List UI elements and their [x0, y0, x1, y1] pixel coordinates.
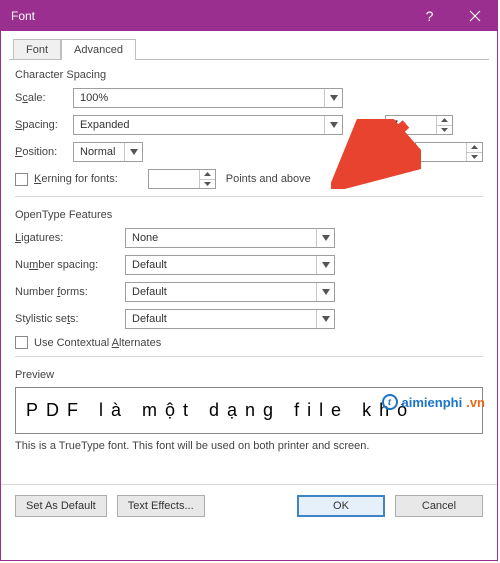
font-dialog: Font ? Font Advanced Character Spacing S… [0, 0, 498, 561]
group-heading: Character Spacing [15, 69, 483, 81]
group-opentype: OpenType Features Ligatures: None Number… [15, 209, 483, 357]
titlebar: Font ? [1, 1, 497, 31]
contextual-alternates-checkbox[interactable] [15, 336, 28, 349]
spacing-by-spinner[interactable]: 7 [385, 115, 453, 135]
watermark-icon: t [382, 394, 398, 410]
number-spacing-combo[interactable]: Default [125, 255, 335, 275]
group-heading: OpenType Features [15, 209, 483, 221]
tab-font[interactable]: Font [13, 39, 61, 60]
stylistic-sets-combo[interactable]: Default [125, 309, 335, 329]
spacing-label: Spacing: [15, 119, 73, 131]
footer-divider [1, 484, 497, 485]
group-heading: Preview [15, 369, 483, 381]
dialog-title: Font [11, 9, 407, 23]
scale-combo[interactable]: 100% [73, 88, 343, 108]
spacing-combo[interactable]: Expanded [73, 115, 343, 135]
spin-up-icon[interactable] [437, 116, 452, 125]
kerning-checkbox[interactable] [15, 173, 28, 186]
contextual-alternates-label: Use Contextual Alternates [34, 337, 161, 349]
cancel-button[interactable]: Cancel [395, 495, 483, 517]
chevron-down-icon [124, 143, 142, 161]
position-combo[interactable]: Normal [73, 142, 143, 162]
kerning-label: Kerning for fonts: [34, 173, 118, 185]
group-preview: Preview PDF là một dạng file khó This is… [15, 369, 483, 452]
text-effects-button[interactable]: Text Effects... [117, 495, 205, 517]
chevron-down-icon [324, 116, 342, 134]
group-character-spacing: Character Spacing Scale: 100% Spacing: E… [15, 69, 483, 197]
chevron-down-icon [316, 310, 334, 328]
spacing-by-label: By: [353, 119, 379, 131]
spin-up-icon[interactable] [200, 170, 215, 179]
number-spacing-label: Number spacing: [15, 259, 125, 271]
ligatures-combo[interactable]: None [125, 228, 335, 248]
chevron-down-icon [316, 283, 334, 301]
kerning-suffix: Points and above [226, 173, 311, 185]
position-by-label: By: [383, 146, 409, 158]
dialog-footer: Set As Default Text Effects... OK Cancel [1, 495, 497, 531]
spin-down-icon[interactable] [437, 125, 452, 135]
position-label: Position: [15, 146, 73, 158]
close-button[interactable] [452, 1, 497, 31]
preview-description: This is a TrueType font. This font will … [15, 440, 483, 452]
spin-down-icon[interactable] [467, 152, 482, 162]
number-forms-combo[interactable]: Default [125, 282, 335, 302]
ok-button[interactable]: OK [297, 495, 385, 517]
close-icon [469, 10, 481, 22]
stylistic-sets-label: Stylistic sets: [15, 313, 125, 325]
set-as-default-button[interactable]: Set As Default [15, 495, 107, 517]
spin-down-icon[interactable] [200, 179, 215, 189]
chevron-down-icon [316, 229, 334, 247]
tab-advanced[interactable]: Advanced [61, 39, 136, 60]
tab-strip: Font Advanced [13, 39, 497, 60]
chevron-down-icon [316, 256, 334, 274]
watermark: t aimienphi.vn [382, 394, 485, 410]
chevron-down-icon [324, 89, 342, 107]
kerning-spinner[interactable] [148, 169, 216, 189]
scale-label: Scale: [15, 92, 73, 104]
help-button[interactable]: ? [407, 1, 452, 31]
ligatures-label: Ligatures: [15, 232, 125, 244]
spin-up-icon[interactable] [467, 143, 482, 152]
position-by-spinner[interactable] [415, 142, 483, 162]
number-forms-label: Number forms: [15, 286, 125, 298]
